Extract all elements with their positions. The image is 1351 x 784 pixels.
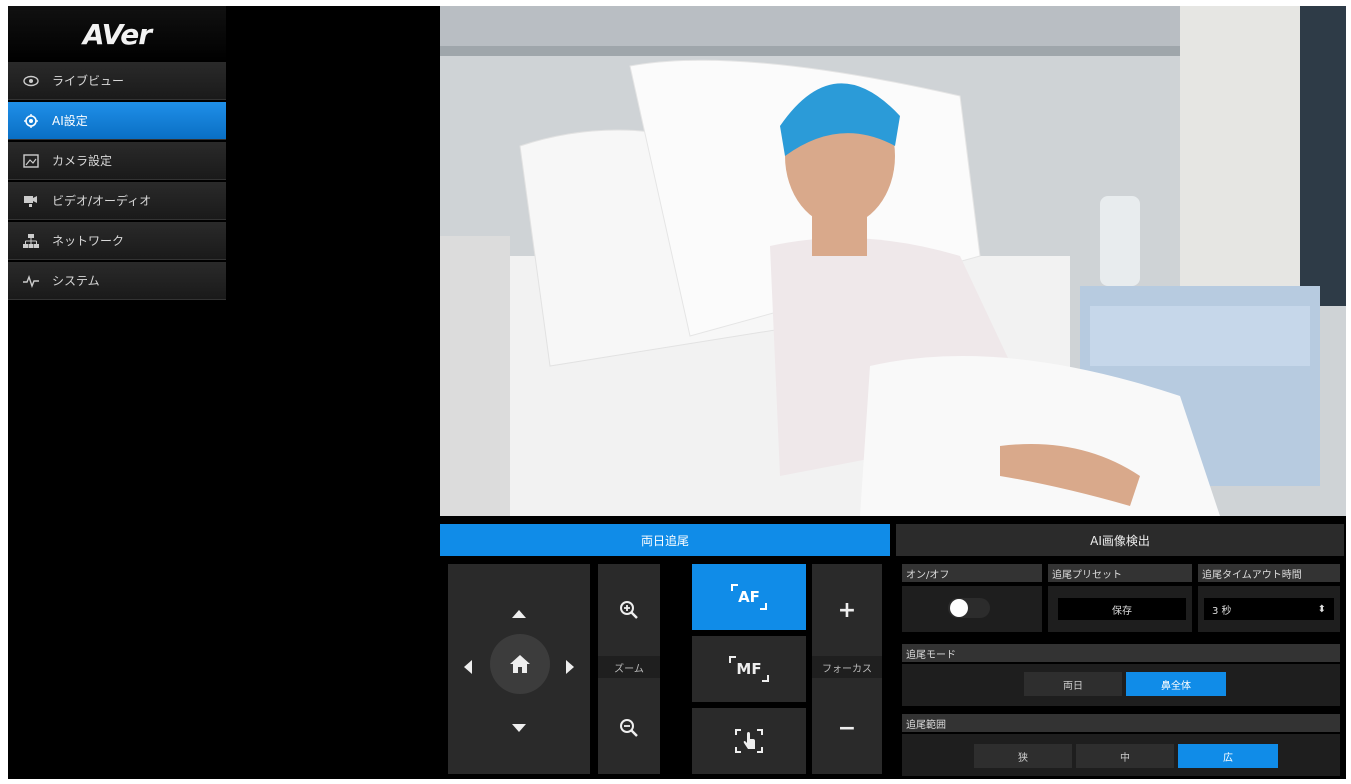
app-frame: AVer ライブビュー AI設定 カメラ設定 ビデオ/オーディオ ネットワーク …	[8, 6, 1346, 779]
focus-minus-button[interactable]: −	[812, 698, 882, 758]
tracking-settings: オン/オフ 追尾プリセット 追尾タイムアウト時間 保存 3 秒 ⬍ 追尾モード …	[902, 564, 1344, 776]
sidebar-item-ai-settings[interactable]: AI設定	[8, 102, 226, 140]
timeout-box: 3 秒 ⬍	[1198, 586, 1340, 632]
sidebar-item-label: システム	[52, 274, 100, 288]
mode-option-whole-body[interactable]: 鼻全体	[1126, 672, 1226, 696]
range-option-wide[interactable]: 広	[1178, 744, 1278, 768]
range-box: 狭 中 広	[902, 734, 1340, 776]
sidebar-item-network[interactable]: ネットワーク	[8, 222, 226, 260]
toggle-knob	[950, 599, 968, 617]
range-option-medium[interactable]: 中	[1076, 744, 1174, 768]
pan-right-icon[interactable]	[566, 660, 574, 674]
logo-text: AVer	[82, 17, 152, 51]
tracking-toggle[interactable]	[948, 598, 990, 618]
zoom-in-icon	[620, 601, 638, 619]
target-icon	[22, 113, 40, 128]
image-icon	[22, 153, 40, 168]
mf-label: MF	[729, 656, 769, 682]
onoff-header: オン/オフ	[902, 564, 1042, 582]
preset-box: 保存	[1048, 586, 1192, 632]
focus-plus-button[interactable]: +	[812, 580, 882, 640]
autofocus-button[interactable]: AF	[692, 564, 806, 630]
sidebar-item-label: ネットワーク	[52, 234, 125, 248]
zoom-out-icon	[620, 719, 638, 737]
sidebar-item-label: ビデオ/オーディオ	[52, 194, 152, 208]
network-icon	[22, 233, 40, 248]
pan-up-icon[interactable]	[512, 610, 526, 618]
focus-adjust-controls: + フォーカス −	[812, 564, 882, 774]
tab-ai-detection[interactable]: AI画像検出	[896, 524, 1344, 556]
live-video-preview[interactable]	[440, 6, 1346, 516]
sidebar-item-label: AI設定	[52, 114, 88, 128]
sidebar-item-camera-settings[interactable]: カメラ設定	[8, 142, 226, 180]
home-button[interactable]	[490, 634, 550, 694]
zoom-out-button[interactable]	[598, 698, 660, 758]
pan-left-icon[interactable]	[464, 660, 472, 674]
tab-tracking[interactable]: 両日追尾	[440, 524, 890, 556]
timeout-value: 3 秒	[1212, 605, 1232, 617]
mode-option-eyes[interactable]: 両日	[1024, 672, 1122, 696]
preset-save-button[interactable]: 保存	[1058, 598, 1186, 620]
sidebar-item-live-view[interactable]: ライブビュー	[8, 62, 226, 100]
pulse-icon	[22, 274, 40, 288]
zoom-in-button[interactable]	[598, 580, 660, 640]
af-label: AF	[731, 584, 767, 610]
timeout-header: 追尾タイムアウト時間	[1198, 564, 1340, 582]
control-tabs: 両日追尾 AI画像検出	[440, 524, 1346, 558]
ptz-controls: ズーム AF MF + フォーカス −	[448, 564, 898, 776]
sidebar-item-video-audio[interactable]: ビデオ/オーディオ	[8, 182, 226, 220]
select-arrow-icon: ⬍	[1317, 603, 1326, 615]
focus-mode-controls: AF MF	[692, 564, 806, 776]
eye-icon	[22, 74, 40, 88]
video-audio-icon	[22, 194, 40, 208]
zoom-label: ズーム	[598, 656, 660, 678]
range-header: 追尾範囲	[902, 714, 1340, 732]
onoff-box	[902, 586, 1042, 632]
mode-box: 両日 鼻全体	[902, 664, 1340, 706]
touch-focus-button[interactable]	[692, 708, 806, 774]
sidebar-item-label: カメラ設定	[52, 154, 113, 168]
focus-label: フォーカス	[812, 656, 882, 678]
direction-pad	[448, 564, 590, 774]
timeout-select[interactable]: 3 秒 ⬍	[1204, 598, 1334, 620]
aver-logo: AVer	[8, 6, 226, 62]
sidebar: AVer ライブビュー AI設定 カメラ設定 ビデオ/オーディオ ネットワーク …	[8, 6, 226, 779]
sidebar-item-system[interactable]: システム	[8, 262, 226, 300]
camera-feed-image	[440, 6, 1346, 516]
manual-focus-button[interactable]: MF	[692, 636, 806, 702]
range-option-narrow[interactable]: 狭	[974, 744, 1072, 768]
sidebar-item-label: ライブビュー	[52, 74, 125, 88]
pan-down-icon[interactable]	[512, 724, 526, 732]
mode-header: 追尾モード	[902, 644, 1340, 662]
home-icon	[510, 655, 530, 673]
preset-header: 追尾プリセット	[1048, 564, 1192, 582]
zoom-controls: ズーム	[598, 564, 660, 774]
touch-focus-icon	[735, 729, 763, 753]
